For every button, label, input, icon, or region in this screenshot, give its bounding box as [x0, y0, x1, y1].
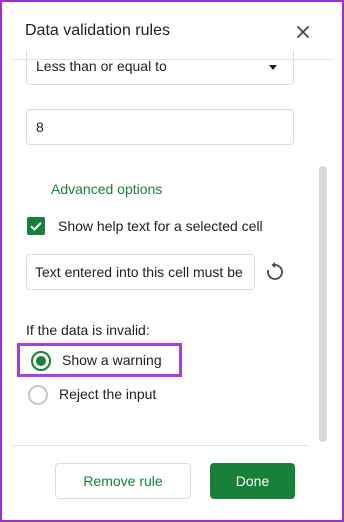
data-validation-panel: Data validation rules Less than or equal…	[0, 0, 344, 522]
footer-divider	[12, 445, 309, 446]
close-icon[interactable]	[292, 21, 314, 43]
reject-input-label: Reject the input	[59, 386, 157, 402]
help-text-checkbox[interactable]	[27, 217, 45, 235]
panel-title: Data validation rules	[25, 22, 170, 39]
help-text-input[interactable]	[26, 254, 255, 290]
header-divider	[12, 59, 332, 60]
remove-rule-button[interactable]: Remove rule	[55, 463, 191, 499]
condition-dropdown[interactable]: Less than or equal to	[26, 50, 294, 85]
show-warning-label: Show a warning	[62, 352, 162, 368]
checkmark-icon	[30, 222, 42, 231]
reject-input-option[interactable]: Reject the input	[17, 380, 182, 410]
show-warning-option[interactable]: Show a warning	[17, 343, 182, 377]
invalid-data-heading: If the data is invalid:	[26, 322, 150, 338]
done-button[interactable]: Done	[210, 463, 295, 499]
reject-input-radio[interactable]	[28, 385, 48, 405]
help-text-checkbox-label: Show help text for a selected cell	[58, 218, 263, 234]
condition-value: Less than or equal to	[36, 58, 167, 74]
criteria-value-input[interactable]	[26, 109, 294, 145]
scrollbar-thumb[interactable]	[319, 166, 327, 442]
show-warning-radio[interactable]	[31, 351, 51, 371]
reset-icon[interactable]	[263, 260, 287, 284]
advanced-options-toggle[interactable]: Advanced options	[51, 181, 162, 197]
dropdown-caret-icon	[269, 65, 277, 70]
